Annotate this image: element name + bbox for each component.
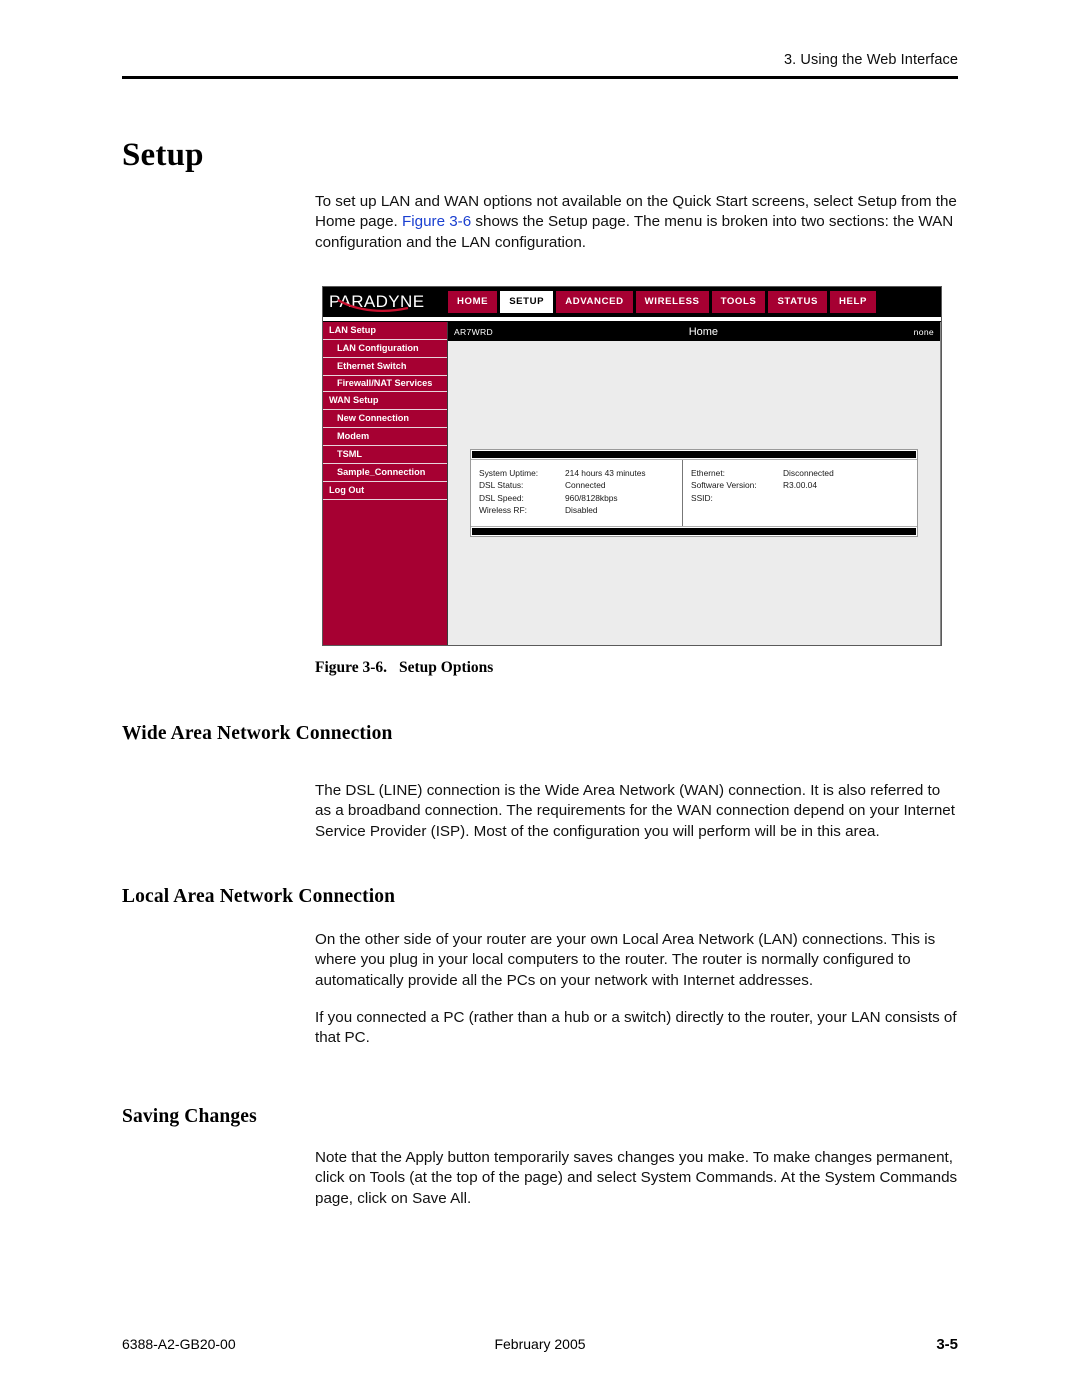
status-value-dsl-speed: 960/8128kbps	[565, 492, 618, 503]
nav-tab-tools[interactable]: TOOLS	[711, 291, 766, 313]
page-footer: 6388-A2-GB20-00 February 2005 3-5	[122, 1336, 958, 1353]
intro-paragraph: To set up LAN and WAN options not availa…	[315, 192, 960, 270]
status-row: SSID:	[691, 492, 909, 504]
status-label-dsl-status: DSL Status:	[479, 480, 524, 491]
figure-setup-options-screenshot: PARADYNE HOME SETUP ADVANCED WIRELESS TO…	[322, 286, 942, 646]
sidebar-item-log-out[interactable]: Log Out	[323, 482, 447, 500]
sidebar-item-new-connection[interactable]: New Connection	[323, 410, 447, 428]
router-page-titlebar: AR7WRD Home none	[448, 322, 940, 341]
status-label-ethernet: Ethernet:	[691, 468, 725, 478]
paragraph: If you connected a PC (rather than a hub…	[315, 1008, 957, 1047]
figure-caption: Figure 3-6. Setup Options	[315, 659, 493, 677]
footer-document-number: 6388-A2-GB20-00	[122, 1336, 236, 1352]
sidebar-item-lan-configuration[interactable]: LAN Configuration	[323, 340, 447, 358]
header-rule	[122, 76, 958, 79]
sidebar-item-wan-setup[interactable]: WAN Setup	[323, 392, 447, 410]
router-nav-tabs: HOME SETUP ADVANCED WIRELESS TOOLS STATU…	[448, 287, 876, 317]
status-row: DSL Status: Connected	[479, 479, 674, 491]
nav-tab-wireless[interactable]: WIRELESS	[635, 291, 709, 313]
section-body-lan: On the other side of your router are you…	[315, 930, 960, 1065]
status-panel-body: System Uptime: 214 hours 43 minutes DSL …	[471, 459, 917, 527]
status-column-right: Ethernet: Disconnected Software Version:…	[683, 460, 917, 526]
nav-tab-status[interactable]: STATUS	[768, 291, 827, 313]
footer-page-number: 3-5	[936, 1336, 959, 1353]
status-row: Software Version: R3.00.04	[691, 479, 909, 491]
sidebar-item-sample-connection[interactable]: Sample_Connection	[323, 464, 447, 482]
router-sidebar-menu: LAN Setup LAN Configuration Ethernet Swi…	[323, 322, 448, 645]
figure-crossref-link[interactable]: Figure 3-6	[402, 213, 471, 230]
status-column-left: System Uptime: 214 hours 43 minutes DSL …	[471, 460, 683, 526]
figure-caption-number: Figure 3-6.	[315, 659, 388, 676]
status-panel-bottom-bar	[472, 527, 916, 535]
status-row: Wireless RF: Disabled	[479, 504, 674, 516]
section-heading-saving-changes: Saving Changes	[122, 1106, 257, 1127]
status-value-system-uptime: 214 hours 43 minutes	[565, 468, 646, 478]
status-row: DSL Speed: 960/8128kbps	[479, 492, 674, 504]
paradyne-logo-text: PARADYNE	[329, 291, 425, 311]
section-heading-wide-area-network-connection: Wide Area Network Connection	[122, 723, 393, 744]
status-value-ethernet: Disconnected	[783, 468, 834, 478]
section-heading-local-area-network-connection: Local Area Network Connection	[122, 886, 396, 907]
status-label-dsl-speed: DSL Speed:	[479, 492, 524, 503]
paragraph: The DSL (LINE) connection is the Wide Ar…	[315, 782, 955, 840]
sidebar-item-tsml[interactable]: TSML	[323, 446, 447, 464]
home-status-panel: System Uptime: 214 hours 43 minutes DSL …	[470, 449, 918, 537]
sidebar-item-firewall-nat-services[interactable]: Firewall/NAT Services	[323, 376, 447, 392]
status-value-wireless-rf: Disabled	[565, 505, 598, 516]
footer-date: February 2005	[494, 1336, 586, 1352]
paragraph: On the other side of your router are you…	[315, 931, 936, 989]
titlebar-status-none: none	[913, 326, 934, 337]
router-main-panel: AR7WRD Home none System Uptime: 214 hour…	[448, 322, 941, 645]
section-body-wan: The DSL (LINE) connection is the Wide Ar…	[315, 781, 960, 859]
status-label-software-version: Software Version:	[691, 480, 757, 491]
titlebar-device-model: AR7WRD	[454, 326, 494, 337]
status-value-software-version: R3.00.04	[783, 480, 817, 491]
status-value-dsl-status: Connected	[565, 480, 606, 491]
status-label-wireless-rf: Wireless RF:	[479, 505, 527, 516]
paradyne-logo: PARADYNE	[323, 291, 448, 312]
status-label-ssid: SSID:	[691, 492, 713, 503]
figure-caption-text: Setup Options	[399, 659, 494, 676]
sidebar-item-lan-setup[interactable]: LAN Setup	[323, 322, 447, 340]
nav-tab-home[interactable]: HOME	[448, 291, 498, 313]
status-row: Ethernet: Disconnected	[691, 467, 909, 479]
router-ui-body: LAN Setup LAN Configuration Ethernet Swi…	[323, 322, 941, 645]
running-head-chapter: 3. Using the Web Interface	[783, 52, 958, 68]
status-label-system-uptime: System Uptime:	[479, 468, 539, 478]
sidebar-item-modem[interactable]: Modem	[323, 428, 447, 446]
section-body-saving-changes: Note that the Apply button temporarily s…	[315, 1148, 960, 1226]
page-header: 3. Using the Web Interface	[122, 52, 958, 79]
nav-tab-setup[interactable]: SETUP	[500, 291, 554, 313]
page-title: Setup	[122, 137, 204, 173]
router-ui-topbar: PARADYNE HOME SETUP ADVANCED WIRELESS TO…	[323, 287, 941, 317]
sidebar-item-ethernet-switch[interactable]: Ethernet Switch	[323, 358, 447, 376]
nav-tab-advanced[interactable]: ADVANCED	[556, 291, 633, 313]
status-row: System Uptime: 214 hours 43 minutes	[479, 467, 674, 479]
status-panel-top-bar	[472, 451, 916, 458]
paragraph: Note that the Apply button temporarily s…	[315, 1149, 958, 1207]
nav-tab-help[interactable]: HELP	[830, 291, 876, 313]
titlebar-page-name: Home	[688, 325, 719, 338]
